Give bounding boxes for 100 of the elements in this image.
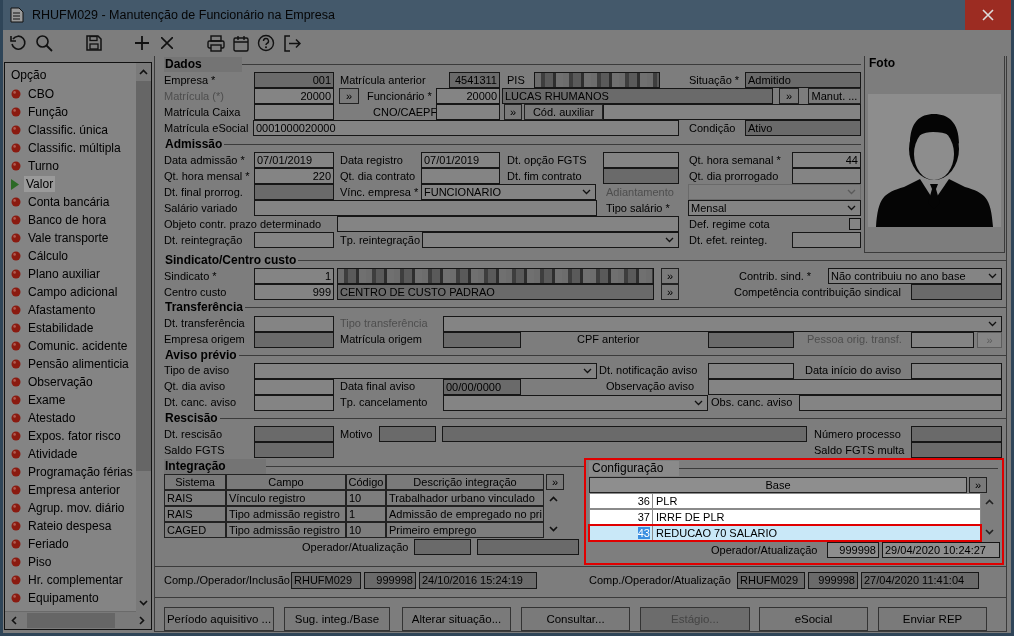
sidebar-item[interactable]: CBO bbox=[11, 85, 56, 103]
input-field[interactable]: 999 bbox=[254, 284, 334, 301]
input-field[interactable]: 07/01/2019 bbox=[254, 152, 334, 168]
sidebar-item[interactable]: Classific. múltipla bbox=[11, 139, 123, 157]
input-field[interactable] bbox=[708, 362, 794, 379]
sidebar-item[interactable]: Atividade bbox=[11, 445, 80, 463]
input-field[interactable] bbox=[254, 200, 597, 216]
input-field[interactable]: 44 bbox=[792, 152, 861, 168]
chevron-down-icon[interactable] bbox=[988, 320, 997, 327]
chevron-down-icon[interactable] bbox=[985, 529, 994, 535]
dropdown-field[interactable]: Mensal bbox=[688, 200, 861, 216]
input-field[interactable] bbox=[792, 168, 861, 184]
chevron-up-icon[interactable] bbox=[139, 69, 148, 75]
input-field[interactable]: 27/04/2020 11:41:04 bbox=[861, 572, 979, 589]
sidebar-item[interactable]: Feriado bbox=[11, 535, 71, 553]
dropdown-field[interactable] bbox=[254, 362, 597, 379]
sidebar-item[interactable]: Função bbox=[11, 103, 71, 121]
input-field[interactable]: 20000 bbox=[254, 88, 334, 104]
input-field[interactable] bbox=[436, 104, 500, 120]
exit-icon[interactable] bbox=[283, 34, 301, 52]
chevron-left-icon[interactable] bbox=[11, 616, 17, 625]
form-button[interactable]: » bbox=[339, 88, 359, 104]
chevron-up-icon[interactable] bbox=[985, 499, 994, 505]
input-field[interactable]: 999998 bbox=[364, 572, 416, 589]
chevron-down-icon[interactable] bbox=[988, 273, 997, 280]
sidebar-item[interactable]: Observação bbox=[11, 373, 95, 391]
input-field[interactable]: 07/01/2019 bbox=[421, 152, 500, 168]
sidebar-item[interactable]: Banco de hora bbox=[11, 211, 109, 229]
form-button[interactable]: » bbox=[661, 284, 679, 301]
sidebar-item[interactable]: Plano auxiliar bbox=[11, 265, 103, 283]
table-row[interactable]: 43 REDUCAO 70 SALARIO bbox=[589, 525, 981, 541]
sidebar-item[interactable]: Turno bbox=[11, 157, 61, 175]
close-icon[interactable] bbox=[161, 37, 173, 49]
input-field[interactable] bbox=[254, 232, 334, 248]
form-button[interactable]: » bbox=[779, 88, 799, 104]
chevron-right-icon[interactable] bbox=[139, 616, 145, 625]
chevron-down-icon[interactable] bbox=[583, 367, 592, 374]
plus-icon[interactable] bbox=[135, 36, 149, 50]
sidebar-item[interactable]: Piso bbox=[11, 553, 54, 571]
form-button[interactable]: » bbox=[661, 268, 679, 285]
search-icon[interactable] bbox=[35, 34, 53, 52]
chevron-down-icon[interactable] bbox=[847, 205, 856, 211]
scroll-thumb[interactable] bbox=[27, 613, 115, 628]
chevron-down-icon[interactable] bbox=[139, 600, 148, 606]
action-button[interactable]: Período aquisitivo ... bbox=[164, 607, 274, 631]
dropdown-field[interactable] bbox=[443, 315, 1002, 332]
sidebar-item[interactable]: Estabilidade bbox=[11, 319, 96, 337]
scrollbar[interactable] bbox=[5, 611, 151, 629]
table-row[interactable]: 37 IRRF DE PLR bbox=[589, 509, 981, 525]
input-field[interactable]: RHUFM029 bbox=[737, 572, 805, 589]
checkbox[interactable] bbox=[849, 218, 861, 230]
sidebar-item[interactable]: Exame bbox=[11, 391, 68, 409]
sidebar-item[interactable]: Agrup. mov. diário bbox=[11, 499, 127, 517]
chevron-down-icon[interactable] bbox=[694, 399, 703, 406]
print-icon[interactable] bbox=[207, 34, 225, 52]
chevron-down-icon[interactable] bbox=[548, 526, 558, 532]
dropdown-field[interactable] bbox=[443, 394, 708, 411]
action-button[interactable]: Consultar... bbox=[521, 607, 630, 631]
sidebar-item[interactable]: Programação férias bbox=[11, 463, 133, 481]
chevron-down-icon[interactable] bbox=[582, 189, 591, 195]
input-field[interactable] bbox=[603, 152, 679, 168]
input-field[interactable] bbox=[254, 315, 334, 332]
scroll-thumb[interactable] bbox=[136, 81, 151, 471]
input-field[interactable] bbox=[911, 362, 1002, 379]
input-field[interactable] bbox=[792, 232, 861, 248]
form-button[interactable]: » bbox=[504, 104, 522, 120]
sidebar-item[interactable]: Pensão alimenticia bbox=[11, 355, 131, 373]
sidebar-item[interactable]: Classific. única bbox=[11, 121, 111, 139]
action-button[interactable]: Sug. integ./Base bbox=[284, 607, 390, 631]
input-field[interactable]: 999998 bbox=[808, 572, 858, 589]
form-button[interactable]: Manut. ... bbox=[808, 88, 861, 104]
sidebar-item[interactable]: Expos. fator risco bbox=[11, 427, 123, 445]
calendar-icon[interactable] bbox=[233, 34, 249, 52]
sidebar-item[interactable]: Rateio despesa bbox=[11, 517, 114, 535]
input-field[interactable]: 24/10/2016 15:24:19 bbox=[419, 572, 537, 589]
help-icon[interactable] bbox=[257, 34, 275, 52]
sidebar-item[interactable]: Cálculo bbox=[11, 247, 71, 265]
save-icon[interactable] bbox=[86, 35, 102, 51]
chevron-down-icon[interactable] bbox=[665, 237, 674, 243]
chevron-up-icon[interactable] bbox=[548, 496, 558, 502]
input-field[interactable]: 20000 bbox=[436, 88, 500, 104]
input-field[interactable]: 999998 bbox=[827, 542, 879, 558]
sidebar-item[interactable]: Hr. complementar bbox=[11, 571, 125, 589]
dropdown-field[interactable]: Não contribuiu no ano base bbox=[828, 268, 1002, 285]
input-field[interactable] bbox=[337, 216, 679, 232]
sidebar-item[interactable]: Equipamento bbox=[11, 589, 101, 607]
input-field[interactable] bbox=[414, 539, 471, 555]
sidebar-item[interactable]: Atestado bbox=[11, 409, 78, 427]
more-button[interactable]: » bbox=[969, 477, 987, 493]
action-button[interactable]: Enviar REP bbox=[878, 607, 987, 631]
action-button[interactable]: eSocial bbox=[759, 607, 868, 631]
form-button[interactable]: Cód. auxiliar bbox=[524, 104, 603, 120]
close-button[interactable] bbox=[965, 0, 1011, 30]
input-field[interactable] bbox=[421, 168, 500, 184]
sidebar-item[interactable]: Campo adicional bbox=[11, 283, 120, 301]
sidebar-item[interactable]: Conta bancária bbox=[11, 193, 112, 211]
refresh-icon[interactable] bbox=[9, 34, 27, 52]
dropdown-field[interactable] bbox=[422, 232, 679, 248]
input-field[interactable]: 220 bbox=[254, 168, 334, 184]
input-field[interactable]: RHUFM029 bbox=[291, 572, 361, 589]
